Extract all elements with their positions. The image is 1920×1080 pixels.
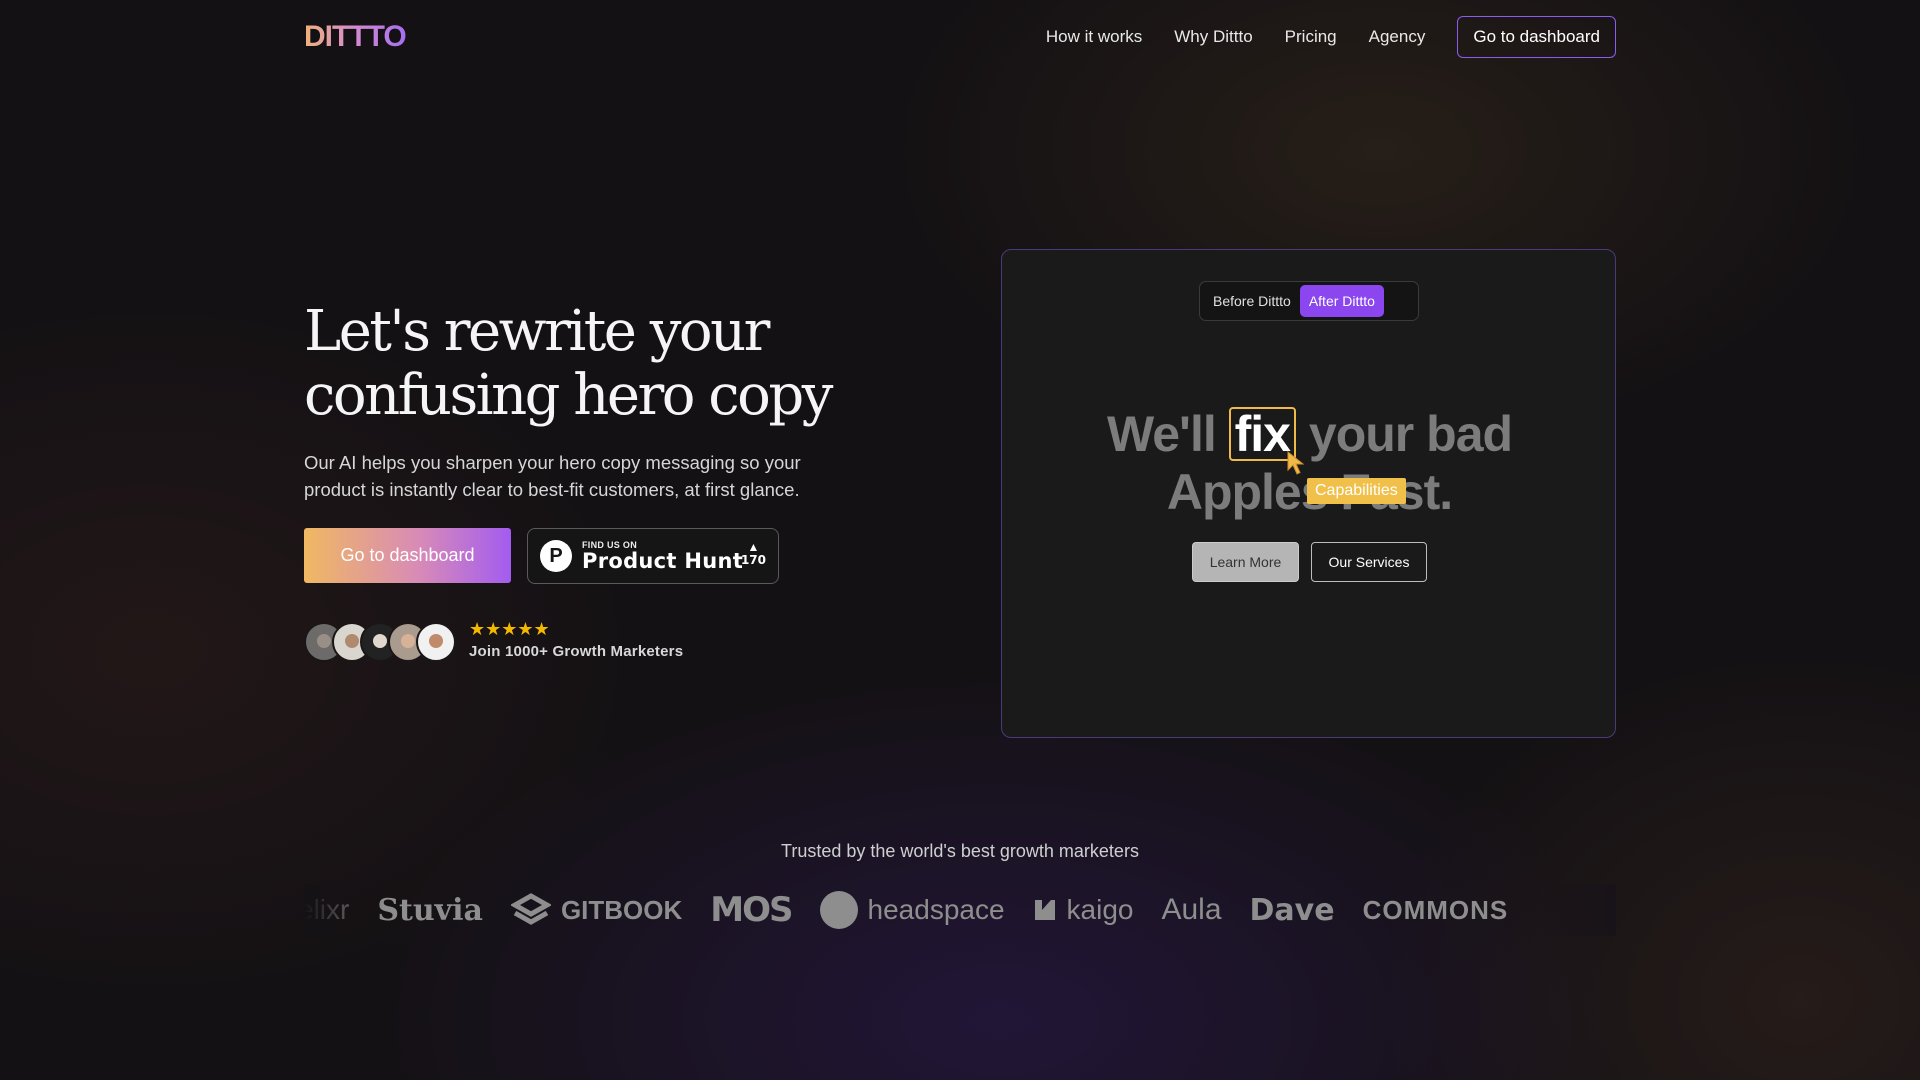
demo-headline-line1: We'll fix your bad	[1002, 405, 1617, 463]
gitbook-icon	[510, 893, 551, 925]
nav-link-pricing[interactable]: Pricing	[1285, 27, 1337, 47]
rating-stars-icon: ★★★★★	[469, 619, 550, 639]
brand-logo-mos: MOS	[710, 890, 793, 930]
brand-name: Stuvia	[377, 892, 483, 928]
cursor-arrow-icon	[1287, 450, 1305, 475]
brand-name: Aula	[1161, 893, 1222, 926]
product-hunt-badge[interactable]: P FIND US ON Product Hunt ▲ 170	[527, 528, 779, 584]
brand-logo-commons: COMMONS	[1363, 895, 1509, 926]
demo-card: Before Dittto After Dittto We'll fix you…	[1001, 249, 1616, 738]
brand-name: kaigo	[1066, 894, 1134, 925]
logo-strip: elixr Stuvia GITBOOK MOS headspace kaigo…	[304, 888, 1616, 932]
upvote-arrow-icon: ▲	[747, 540, 760, 554]
nav-links: How it works Why Dittto Pricing Agency G…	[1046, 16, 1616, 58]
product-hunt-vote-count: 170	[740, 553, 766, 567]
before-after-toggle: Before Dittto After Dittto	[1199, 281, 1419, 321]
our-services-button[interactable]: Our Services	[1311, 542, 1427, 582]
logo-strip-fade-left	[304, 884, 384, 936]
social-proof-text: Join 1000+ Growth Marketers	[469, 643, 684, 660]
avatar	[416, 622, 456, 662]
brand-logo-gitbook: GITBOOK	[510, 891, 683, 929]
top-nav: DITTTO How it works Why Dittto Pricing A…	[304, 16, 1616, 58]
brand-logo-headspace: headspace	[819, 891, 1005, 929]
toggle-after-dittto[interactable]: After Dittto	[1299, 285, 1384, 317]
brand-name: headspace	[867, 894, 1005, 925]
hero-title-line2: confusing hero copy	[304, 363, 833, 428]
capabilities-badge: Capabilities	[1307, 478, 1406, 504]
toggle-before-dittto[interactable]: Before Dittto	[1204, 285, 1300, 317]
kaigo-icon	[1034, 900, 1055, 920]
trusted-heading: Trusted by the world's best growth marke…	[781, 841, 1139, 861]
brand-name: Dave	[1249, 892, 1335, 928]
product-hunt-votes: ▲ 170	[741, 541, 766, 567]
brand-logo-kaigo: kaigo	[1033, 894, 1134, 926]
nav-link-agency[interactable]: Agency	[1369, 27, 1426, 47]
logo[interactable]: DITTTO	[304, 20, 407, 54]
demo-headline-word: your bad	[1308, 406, 1513, 462]
avatar-group	[304, 622, 456, 662]
brand-name: GITBOOK	[560, 894, 683, 925]
brand-logo-stuvia: Stuvia	[377, 893, 483, 928]
hero-subtitle: Our AI helps you sharpen your hero copy …	[304, 452, 801, 500]
brand-name: COMMONS	[1362, 894, 1509, 925]
nav-link-why-dittto[interactable]: Why Dittto	[1174, 27, 1252, 47]
learn-more-button[interactable]: Learn More	[1192, 542, 1299, 582]
logo-strip-fade-right	[1536, 884, 1616, 936]
product-hunt-name: Product Hunt	[582, 549, 744, 573]
hero-title: Let's rewrite your confusing hero copy	[304, 300, 864, 428]
brand-logo-aula: Aula	[1161, 893, 1221, 927]
brand-logo-dave: Dave	[1250, 893, 1335, 928]
nav-dashboard-button[interactable]: Go to dashboard	[1457, 16, 1616, 58]
headspace-icon	[819, 891, 858, 929]
demo-headline-word: We'll	[1106, 406, 1217, 462]
hero-dashboard-button[interactable]: Go to dashboard	[304, 528, 511, 583]
brand-name: MOS	[710, 890, 793, 930]
hero-title-line1: Let's rewrite your	[304, 299, 770, 364]
product-hunt-text: FIND US ON Product Hunt	[582, 540, 743, 572]
nav-link-how-it-works[interactable]: How it works	[1046, 27, 1142, 47]
product-hunt-icon: P	[540, 540, 572, 572]
